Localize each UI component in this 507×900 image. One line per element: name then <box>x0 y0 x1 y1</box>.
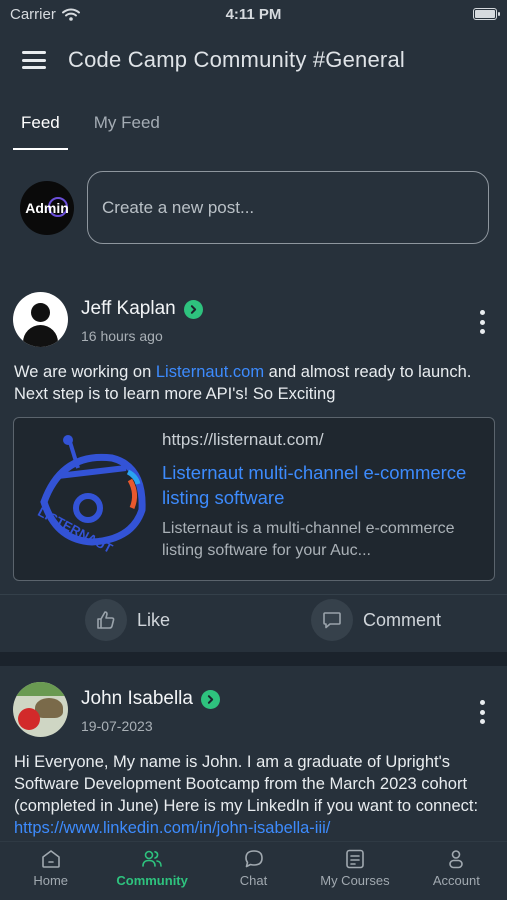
post-composer: Admin <box>20 171 489 244</box>
page-title: Code Camp Community #General <box>68 47 405 72</box>
post-author[interactable]: John Isabella <box>81 688 220 710</box>
post-card: Jeff Kaplan 16 hours ago We are working … <box>0 276 507 652</box>
author-name: John Isabella <box>81 688 193 709</box>
divider <box>0 594 507 595</box>
comment-button[interactable]: Comment <box>311 598 441 642</box>
photo-apple <box>18 708 40 730</box>
tab-account[interactable]: Account <box>406 842 507 900</box>
community-icon <box>142 850 162 867</box>
post-card: John Isabella 19-07-2023 Hi Everyone, My… <box>0 666 507 841</box>
post-text-start: We are working on <box>14 363 156 381</box>
bottom-tab-bar: Home Community Chat My Courses Account <box>0 841 507 900</box>
verified-badge-icon <box>200 689 220 709</box>
comment-icon <box>311 599 353 641</box>
chat-icon <box>244 850 263 868</box>
tab-label: Account <box>432 873 480 888</box>
verified-badge-icon <box>183 299 203 319</box>
tab-home[interactable]: Home <box>0 842 101 900</box>
post-link[interactable]: Listernaut.com <box>156 363 264 381</box>
post-header: Jeff Kaplan 16 hours ago <box>13 292 494 348</box>
tab-community[interactable]: Community <box>101 842 202 900</box>
like-button[interactable]: Like <box>85 598 170 642</box>
more-options-icon[interactable] <box>472 310 492 334</box>
person-icon-head <box>31 303 50 322</box>
courses-icon <box>346 849 364 869</box>
tab-label: My Courses <box>320 873 390 888</box>
avatar-label: Admin <box>25 199 69 216</box>
home-icon <box>41 850 60 868</box>
account-icon <box>449 850 464 869</box>
avatar[interactable] <box>13 292 68 347</box>
thumbs-up-icon <box>85 599 127 641</box>
listernaut-logo: LISTERNAUT <box>35 435 146 556</box>
author-name: Jeff Kaplan <box>81 298 176 319</box>
post-author[interactable]: Jeff Kaplan <box>81 298 203 320</box>
status-left: Carrier <box>10 6 80 23</box>
avatar[interactable] <box>13 682 68 737</box>
tab-chat[interactable]: Chat <box>203 842 304 900</box>
avatar[interactable]: Admin <box>20 180 74 235</box>
person-icon-body <box>23 325 58 347</box>
wifi-icon <box>61 8 80 21</box>
tab-label: Chat <box>239 873 268 888</box>
tab-my-feed[interactable]: My Feed <box>86 108 168 150</box>
battery-icon <box>473 8 500 20</box>
post-text-start: Hi Everyone, My name is John. I am a gra… <box>14 753 479 815</box>
post-body: We are working on Listernaut.com and alm… <box>14 361 493 405</box>
status-bar: Carrier 4:11 PM <box>0 0 507 28</box>
photo-background <box>13 682 68 696</box>
link-preview-card[interactable]: LISTERNAUT https://listernaut.com/ Liste… <box>13 417 495 581</box>
post-actions: Like Comment <box>0 598 507 646</box>
carrier-label: Carrier <box>10 5 56 23</box>
tab-feed[interactable]: Feed <box>13 108 68 150</box>
like-label: Like <box>137 609 171 630</box>
new-post-input[interactable] <box>87 171 489 244</box>
post-timestamp: 19-07-2023 <box>81 718 153 734</box>
tab-label: Home <box>33 873 69 888</box>
preview-title[interactable]: Listernaut multi-channel e-commerce list… <box>162 460 482 510</box>
title-row: Code Camp Community #General <box>22 42 405 78</box>
menu-icon[interactable] <box>22 51 46 69</box>
post-link[interactable]: https://www.linkedin.com/in/john-isabell… <box>14 819 330 837</box>
feed-tabs: Feed My Feed <box>13 108 186 150</box>
post-header: John Isabella 19-07-2023 <box>13 682 494 738</box>
preview-description: Listernaut is a multi-channel e-commerce… <box>162 520 455 559</box>
header: Code Camp Community #General Feed My Fee… <box>0 28 507 292</box>
tab-label: Community <box>116 873 188 888</box>
post-body: Hi Everyone, My name is John. I am a gra… <box>14 751 493 839</box>
preview-url: https://listernaut.com/ <box>162 430 324 449</box>
tab-my-courses[interactable]: My Courses <box>304 842 405 900</box>
comment-label: Comment <box>363 609 442 630</box>
more-options-icon[interactable] <box>472 700 492 724</box>
post-timestamp: 16 hours ago <box>81 328 163 344</box>
